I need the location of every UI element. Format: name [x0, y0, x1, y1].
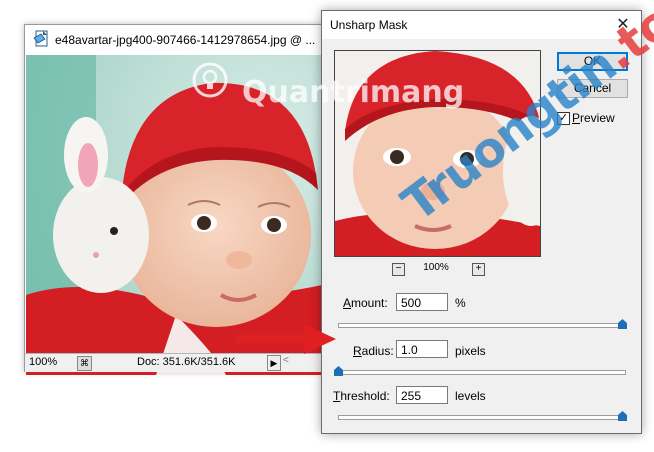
red-pointer-arrow-icon: [236, 324, 336, 354]
amount-slider-thumb[interactable]: [618, 319, 627, 329]
zoom-in-button[interactable]: +: [472, 263, 485, 276]
document-titlebar[interactable]: e48avartar-jpg400-907466-1412978654.jpg …: [25, 25, 323, 55]
amount-input[interactable]: 500: [396, 293, 448, 311]
amount-label: Amount:: [343, 296, 388, 310]
amount-unit: %: [455, 296, 466, 310]
dialog-title: Unsharp Mask: [330, 18, 408, 32]
radius-input[interactable]: 1.0: [396, 340, 448, 358]
watermark-logo-icon: [192, 62, 228, 98]
status-icon[interactable]: ⌘: [77, 356, 92, 371]
photo-watermark-text: Quantrimang: [242, 75, 465, 110]
scroll-left-icon[interactable]: <: [283, 355, 289, 366]
threshold-input[interactable]: 255: [396, 386, 448, 404]
status-menu-arrow-icon[interactable]: ▶: [267, 355, 281, 371]
zoom-out-button[interactable]: −: [392, 263, 405, 276]
photoshop-document-icon: [33, 30, 48, 47]
preview-zoom-level: 100%: [423, 262, 449, 273]
radius-slider-thumb[interactable]: [334, 366, 343, 376]
zoom-level[interactable]: 100%: [29, 356, 73, 369]
threshold-slider-thumb[interactable]: [618, 411, 627, 421]
threshold-slider[interactable]: [338, 415, 626, 420]
document-title: e48avartar-jpg400-907466-1412978654.jpg …: [55, 33, 316, 47]
radius-label: Radius:: [353, 344, 394, 358]
threshold-label: Threshold:: [333, 389, 390, 403]
radius-unit: pixels: [455, 344, 486, 358]
radius-slider[interactable]: [338, 370, 626, 375]
amount-slider[interactable]: [338, 323, 626, 328]
document-size: Doc: 351.6K/351.6K: [137, 356, 236, 368]
threshold-unit: levels: [455, 389, 486, 403]
